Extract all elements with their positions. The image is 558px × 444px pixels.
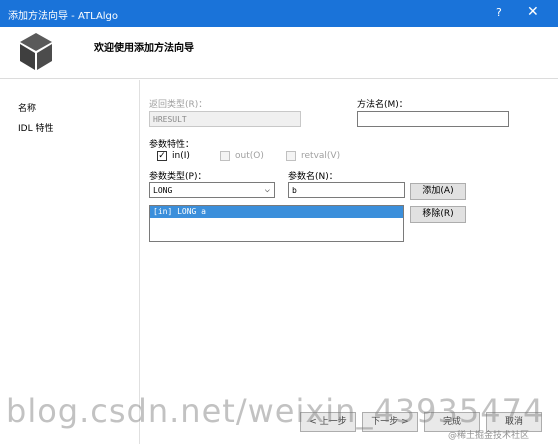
retval-checkbox (286, 151, 296, 161)
method-name-input[interactable] (357, 111, 509, 127)
credit-text: @稀土掘金技术社区 (448, 431, 530, 441)
help-button[interactable]: ? (496, 6, 502, 19)
list-item[interactable]: [in] LONG a (150, 206, 403, 218)
watermark-text: blog.csdn.net/weixin_43935474 (6, 392, 545, 430)
param-attributes-label: 参数特性： (149, 140, 195, 150)
param-type-label: 参数类型(P)： (149, 172, 207, 182)
param-type-value: LONG (153, 186, 173, 195)
wizard-sidebar: 名称 IDL 特性 (0, 80, 140, 444)
param-name-label: 参数名(N)： (288, 172, 338, 182)
param-type-select[interactable]: LONG ⌵ (149, 182, 275, 198)
param-list: [in] LONG a (149, 205, 404, 242)
param-name-input[interactable]: b (288, 182, 405, 198)
retval-checkbox-label: retval(V) (301, 151, 341, 161)
wizard-header: 欢迎使用添加方法向导 (0, 27, 558, 79)
wizard-main: 返回类型(R)： HRESULT 方法名(M)： 参数特性： ✓ in(I) o… (141, 80, 558, 444)
welcome-title: 欢迎使用添加方法向导 (94, 43, 194, 54)
close-button[interactable]: ✕ (527, 4, 539, 20)
window-title: 添加方法向导 - ATLAlgo (8, 11, 119, 22)
add-param-button[interactable]: 添加(A) (410, 183, 466, 200)
title-bar: 添加方法向导 - ATLAlgo ? ✕ (0, 0, 558, 27)
cube-icon (20, 33, 52, 70)
method-name-label: 方法名(M)： (357, 100, 408, 110)
out-checkbox (220, 151, 230, 161)
remove-param-button[interactable]: 移除(R) (410, 206, 466, 223)
return-type-label: 返回类型(R)： (149, 100, 208, 110)
in-checkbox[interactable]: ✓ (157, 151, 167, 161)
in-checkbox-label: in(I) (172, 151, 190, 161)
sidebar-item-name[interactable]: 名称 (18, 101, 36, 114)
out-checkbox-label: out(O) (235, 151, 264, 161)
sidebar-item-idl-attributes[interactable]: IDL 特性 (18, 121, 53, 134)
return-type-field: HRESULT (149, 111, 301, 127)
chevron-down-icon: ⌵ (264, 185, 270, 195)
